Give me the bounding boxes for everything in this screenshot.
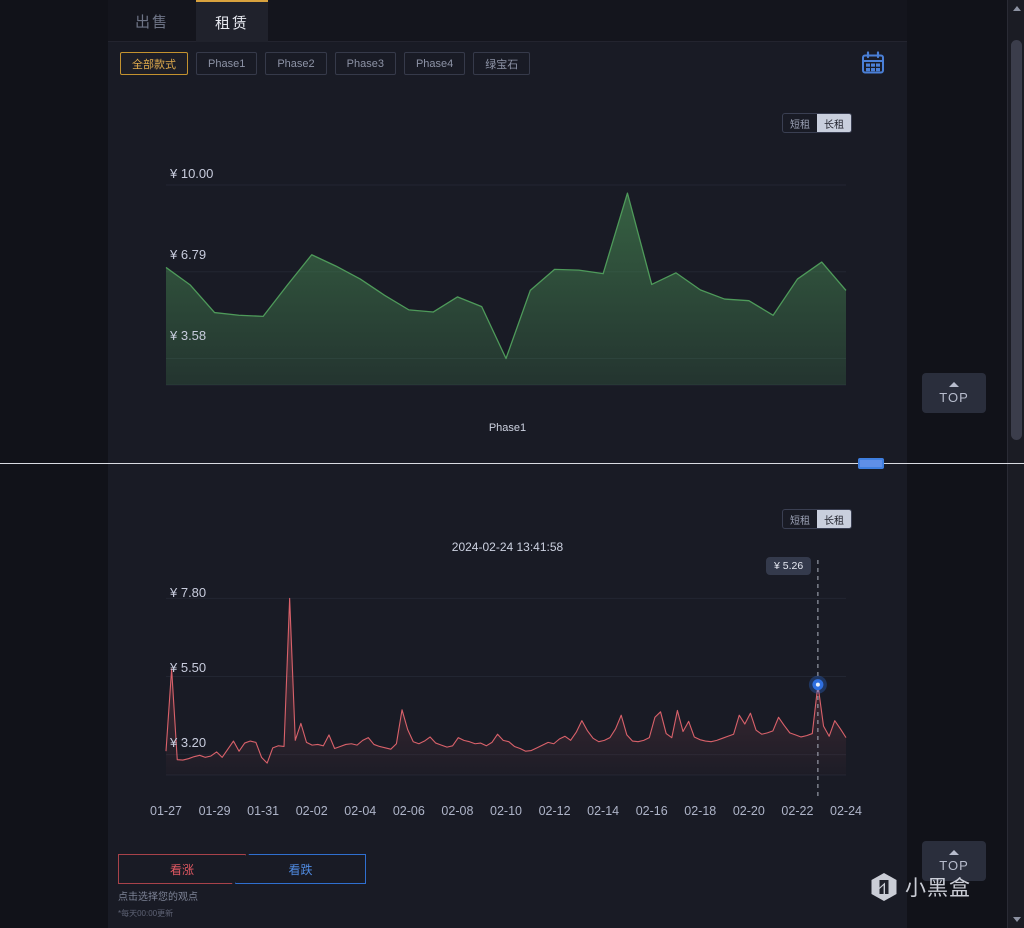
chart-bottom-xtick: 02-24	[830, 804, 862, 818]
filter-chip-phase3-label: Phase3	[346, 57, 384, 70]
tab-rent-label: 租赁	[214, 14, 249, 32]
update-note-text: *每天00:00更新	[118, 909, 174, 918]
long-rent-price-chart[interactable]: ¥ 10.00 ¥ 6.79 ¥ 3.58 Phase1	[108, 140, 907, 440]
bearish-button-label: 看跌	[288, 862, 313, 877]
scroll-to-top-label-2: TOP	[939, 858, 969, 873]
tab-sell[interactable]: 出售	[116, 0, 188, 42]
filter-chip-phase4-label: Phase4	[415, 57, 454, 70]
toggle-short-rent-top[interactable]: 短租	[783, 114, 817, 132]
chart-bottom-xtick: 02-14	[587, 804, 620, 818]
chart-bottom-xtick: 02-16	[635, 804, 668, 818]
filter-chip-phase4[interactable]: Phase4	[403, 52, 466, 75]
filter-chip-phase2[interactable]: Phase2	[265, 52, 327, 75]
fold-marker-icon	[858, 458, 884, 469]
caret-up-icon	[949, 850, 959, 855]
toggle-long-rent-bottom-label: 长租	[824, 515, 844, 527]
scroll-to-top-label-1: TOP	[939, 390, 969, 405]
bullish-button-label: 看涨	[169, 862, 194, 877]
scroll-to-top-button-2[interactable]: TOP	[922, 841, 986, 881]
chart-bottom-xtick: 01-27	[150, 804, 182, 818]
filter-chip-emerald[interactable]: 绿宝石	[473, 52, 531, 75]
rent-duration-toggle-bottom: 短租 长租	[782, 509, 852, 529]
scrollbar-down-arrow[interactable]	[1008, 911, 1024, 928]
filter-chip-phase2-label: Phase2	[277, 57, 315, 70]
right-gutter	[907, 0, 1007, 928]
caret-up-icon	[949, 382, 959, 387]
filter-chip-phase3[interactable]: Phase3	[334, 52, 396, 75]
scrollbar-up-arrow[interactable]	[1008, 0, 1024, 17]
chart-bottom-xtick: 02-02	[295, 804, 328, 818]
short-term-price-chart[interactable]: ¥ 7.80 ¥ 5.50 ¥ 3.20 01-27 01-29 01-31 02-0…	[108, 560, 907, 830]
calendar-icon[interactable]	[858, 48, 888, 78]
rent-duration-toggle-top: 短租 长租	[782, 113, 852, 133]
page-scrollbar[interactable]	[1007, 0, 1024, 928]
chart-bottom-xtick: 01-29	[198, 804, 231, 818]
chart-bottom-timestamp: 2024-02-24 13:41:58	[451, 540, 564, 554]
opinion-button-group: 看涨 看跌	[118, 854, 366, 884]
tab-sell-label: 出售	[134, 13, 169, 31]
filter-chip-all[interactable]: 全部款式	[120, 52, 188, 75]
chart-bottom-xtick: 02-18	[684, 804, 717, 818]
scroll-to-top-button-1[interactable]: TOP	[922, 373, 986, 413]
chart-bottom-xtick: 02-10	[490, 804, 522, 818]
filter-chip-emerald-label: 绿宝石	[485, 58, 519, 71]
filter-chip-all-label: 全部款式	[132, 58, 176, 71]
toggle-short-rent-bottom[interactable]: 短租	[783, 510, 817, 528]
filter-chip-phase1[interactable]: Phase1	[196, 52, 258, 75]
chart-bottom-xtick: 02-22	[781, 804, 814, 818]
chart-top-caption: Phase1	[488, 422, 527, 434]
chart-bottom-xtick: 01-31	[247, 804, 280, 818]
update-note: *每天00:00更新	[118, 908, 173, 919]
opinion-hint: 点击选择您的观点	[118, 892, 198, 903]
chart-bottom-xtick: 02-06	[392, 804, 425, 818]
style-filter-group: 全部款式 Phase1 Phase2 Phase3 Phase4 绿宝石	[120, 52, 531, 75]
tab-rent[interactable]: 租赁	[196, 0, 268, 42]
chart-bottom-xtick: 02-12	[538, 804, 571, 818]
bullish-button[interactable]: 看涨	[118, 854, 246, 884]
left-gutter	[0, 0, 108, 928]
toggle-long-rent-top[interactable]: 长租	[817, 114, 851, 132]
toggle-short-rent-top-label: 短租	[790, 119, 810, 131]
triangle-down-icon	[1012, 917, 1021, 922]
app-screen: 出售 租赁 全部款式 Phase1 Phase2 Phase3 Phase4 绿…	[0, 0, 1024, 928]
chart-bottom-xtick: 02-08	[441, 804, 474, 818]
chart-bottom-xtick: 02-20	[732, 804, 765, 818]
chart-bottom-xtick: 02-04	[344, 804, 377, 818]
toggle-long-rent-bottom[interactable]: 长租	[817, 510, 851, 528]
scrollbar-thumb[interactable]	[1011, 40, 1022, 440]
triangle-up-icon	[1012, 6, 1021, 11]
tab-bar: 出售 租赁	[108, 0, 907, 42]
toggle-short-rent-bottom-label: 短租	[790, 515, 810, 527]
toggle-long-rent-top-label: 长租	[824, 119, 844, 131]
bearish-button[interactable]: 看跌	[235, 854, 366, 884]
filter-chip-phase1-label: Phase1	[208, 57, 246, 70]
